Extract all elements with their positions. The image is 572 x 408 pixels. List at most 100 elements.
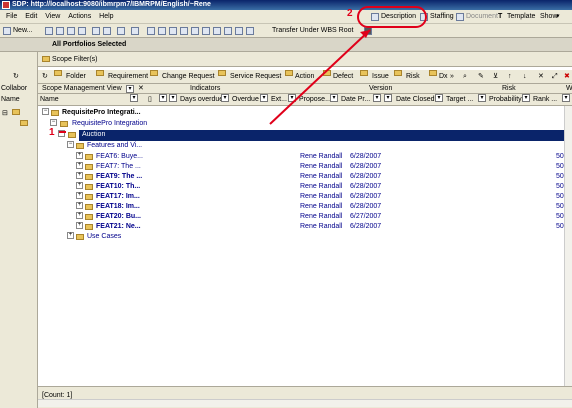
dropdown-arrow-icon[interactable] xyxy=(364,27,372,35)
expand-icon[interactable]: + xyxy=(76,162,83,169)
close-panel-icon[interactable]: ✖ xyxy=(564,70,570,83)
expand-icon[interactable]: + xyxy=(67,232,74,239)
new-requirement-button[interactable]: Requirement xyxy=(108,70,148,83)
tree-row[interactable]: − RequisitePro Integration xyxy=(38,119,572,129)
col-overdue-dropdown-icon[interactable]: ▾ xyxy=(221,94,229,102)
expand-icon[interactable]: + xyxy=(76,152,83,159)
person-icon[interactable] xyxy=(147,27,155,35)
close-icon[interactable]: ✕ xyxy=(538,70,544,83)
col-date-closed-dropdown-icon[interactable]: ▾ xyxy=(384,94,392,102)
delete-icon[interactable] xyxy=(78,27,86,35)
globe-icon[interactable] xyxy=(158,27,166,35)
menu-edit[interactable]: Edit xyxy=(25,10,37,24)
col-date-pr[interactable]: Date Pr... xyxy=(341,94,370,106)
view-dropdown-icon[interactable]: ▾ xyxy=(126,85,134,93)
show-menu-button[interactable]: Show xyxy=(540,11,558,23)
new-change-request-button[interactable]: Change Request xyxy=(162,70,215,83)
template-button[interactable]: Template xyxy=(507,11,535,23)
filter-icon[interactable]: ⊻ xyxy=(493,70,498,83)
expand-all-icon[interactable]: ⤢ xyxy=(552,70,558,83)
expand-icon[interactable]: + xyxy=(76,182,83,189)
scope-management-view-select[interactable]: Scope Management View xyxy=(42,84,122,94)
collapse-icon[interactable]: − xyxy=(58,130,65,137)
collapse-icon[interactable]: − xyxy=(67,141,74,148)
print-preview-icon[interactable] xyxy=(246,27,254,35)
staffing-button[interactable]: Staffing xyxy=(430,11,454,23)
move-down-icon[interactable]: ↓ xyxy=(523,70,527,83)
col-probability[interactable]: Probability xyxy=(489,94,522,106)
transfer-under-wbs-root-button[interactable]: Transfer Under WBS Root xyxy=(272,24,353,38)
cycle-icon[interactable] xyxy=(180,27,188,35)
expand-icon[interactable]: + xyxy=(76,192,83,199)
stamp-icon[interactable] xyxy=(169,27,177,35)
table-row[interactable]: + FEAT6: Buye... Rene Randall 6/28/2007 … xyxy=(38,152,572,162)
ruler-icon[interactable] xyxy=(235,27,243,35)
col-date-closed[interactable]: Date Closed xyxy=(396,94,435,106)
col-rank-menu-icon[interactable]: ▾ xyxy=(562,94,570,102)
table-row[interactable]: + FEAT10: Th... Rene Randall 6/28/2007 5… xyxy=(38,182,572,192)
more-button[interactable]: » xyxy=(450,70,454,83)
help-icon[interactable] xyxy=(131,27,139,35)
menu-help[interactable]: Help xyxy=(99,10,113,24)
col-target-dropdown-icon[interactable]: ▾ xyxy=(435,94,443,102)
document-button[interactable]: Document xyxy=(466,11,498,23)
lock-icon[interactable] xyxy=(213,27,221,35)
tree-row[interactable]: − RequisitePro Integrati... xyxy=(38,108,572,118)
col-date-pr-menu-icon[interactable]: ▾ xyxy=(373,94,381,102)
paste-icon[interactable] xyxy=(67,27,75,35)
table-row[interactable]: + FEAT21: Ne... Rene Randall 6/28/2007 5… xyxy=(38,222,572,232)
horizontal-scrollbar[interactable] xyxy=(38,399,572,407)
col-rank[interactable]: Rank ... xyxy=(533,94,557,106)
new-defect-button[interactable]: Defect xyxy=(333,70,353,83)
col-days-overdue[interactable]: Days overdue xyxy=(180,94,223,106)
print-icon[interactable] xyxy=(103,27,111,35)
edit-icon[interactable]: ✎ xyxy=(478,70,484,83)
expand-icon[interactable]: + xyxy=(76,222,83,229)
menu-actions[interactable]: Actions xyxy=(68,10,91,24)
copy-icon[interactable] xyxy=(56,27,64,35)
col-name[interactable]: Name xyxy=(40,94,59,106)
col-rank-dropdown-icon[interactable]: ▾ xyxy=(522,94,530,102)
table-row[interactable]: + FEAT20: Bu... Rene Randall 6/27/2007 5… xyxy=(38,212,572,222)
col-days-overdue-dropdown-icon[interactable]: ▾ xyxy=(169,94,177,102)
undo-icon[interactable] xyxy=(92,27,100,35)
table-row[interactable]: + FEAT17: Im... Rene Randall 6/28/2007 5… xyxy=(38,192,572,202)
expand-icon[interactable]: + xyxy=(76,212,83,219)
col-probability-dropdown-icon[interactable]: ▾ xyxy=(478,94,486,102)
col-ext-dropdown-icon[interactable]: ▾ xyxy=(260,94,268,102)
refresh-icon[interactable]: ↻ xyxy=(13,72,19,80)
refresh-icon[interactable] xyxy=(117,27,125,35)
col-target[interactable]: Target ... xyxy=(446,94,473,106)
table-row[interactable]: + FEAT18: Im... Rene Randall 6/28/2007 5… xyxy=(38,202,572,212)
col-name-dropdown-icon[interactable]: ▾ xyxy=(130,94,138,102)
new-button[interactable]: New... xyxy=(13,24,32,38)
new-action-button[interactable]: Action xyxy=(295,70,314,83)
col-overdue[interactable]: Overdue xyxy=(232,94,259,106)
new-risk-button[interactable]: Risk xyxy=(406,70,420,83)
table-row[interactable]: + FEAT7: The ... Rene Randall 6/28/2007 … xyxy=(38,162,572,172)
notes-icon[interactable] xyxy=(191,27,199,35)
new-issue-button[interactable]: Issue xyxy=(372,70,389,83)
cut-icon[interactable] xyxy=(45,27,53,35)
move-up-icon[interactable]: ↑ xyxy=(508,70,512,83)
menu-view[interactable]: View xyxy=(45,10,60,24)
expand-icon[interactable]: ⊟ xyxy=(2,109,8,117)
col-proposed[interactable]: Propose... xyxy=(299,94,331,106)
scope-filter-button[interactable]: Scope Filter(s) xyxy=(52,52,98,67)
new-folder-button[interactable]: Folder xyxy=(66,70,86,83)
expand-icon[interactable]: + xyxy=(76,202,83,209)
collaboration-tab[interactable]: Collabor xyxy=(1,85,27,92)
chart-icon[interactable] xyxy=(202,27,210,35)
arrows-icon[interactable] xyxy=(224,27,232,35)
col-date-pr-dropdown-icon[interactable]: ▾ xyxy=(330,94,338,102)
show-chevron-down-icon[interactable]: ▾ xyxy=(556,11,560,23)
refresh-icon[interactable]: ↻ xyxy=(42,70,48,83)
tree-row[interactable]: − Features and Vi... xyxy=(38,141,572,151)
collapse-icon[interactable]: − xyxy=(50,119,57,126)
menu-file[interactable]: File xyxy=(6,10,17,24)
expand-icon[interactable]: + xyxy=(76,172,83,179)
close-icon[interactable]: ✕ xyxy=(138,84,144,94)
table-row[interactable]: + FEAT9: The ... Rene Randall 6/28/2007 … xyxy=(38,172,572,182)
col-proposed-dropdown-icon[interactable]: ▾ xyxy=(288,94,296,102)
new-service-request-button[interactable]: Service Request xyxy=(230,70,281,83)
